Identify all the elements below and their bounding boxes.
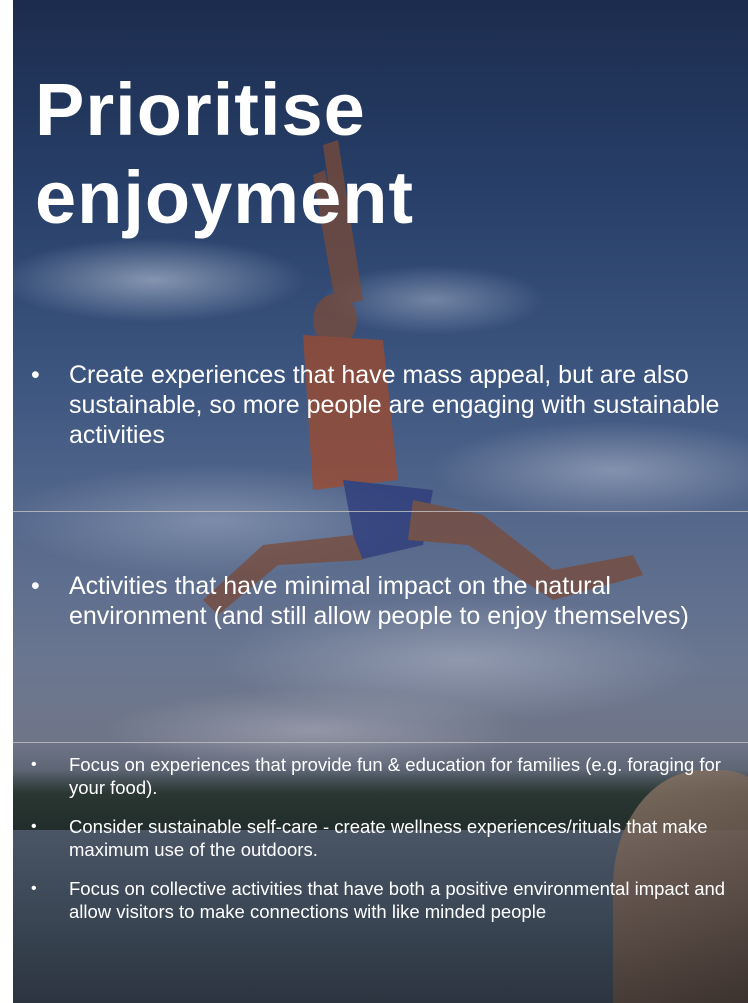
bullet-icon: • [31, 361, 40, 389]
section-divider [13, 511, 748, 512]
section-mass-appeal: • Create experiences that have mass appe… [13, 360, 748, 450]
bullet-text: Consider sustainable self-care - create … [69, 816, 708, 860]
bullet-icon: • [31, 818, 37, 835]
slide: Prioritise enjoyment • Create experience… [13, 0, 748, 1003]
section-minimal-impact: • Activities that have minimal impact on… [13, 571, 748, 631]
bullet-icon: • [31, 572, 40, 600]
bullet-icon: • [31, 880, 37, 897]
bullet-item: • Create experiences that have mass appe… [13, 360, 748, 450]
bullet-item: • Activities that have minimal impact on… [13, 571, 748, 631]
section-divider [13, 742, 748, 743]
bullet-item: • Focus on collective activities that ha… [13, 877, 748, 923]
bullet-item: • Consider sustainable self-care - creat… [13, 815, 748, 861]
bullet-text: Focus on experiences that provide fun & … [69, 754, 721, 798]
section-focus-areas: • Focus on experiences that provide fun … [13, 753, 748, 939]
bullet-item: • Focus on experiences that provide fun … [13, 753, 748, 799]
bullet-text: Focus on collective activities that have… [69, 878, 726, 922]
bullet-text: Activities that have minimal impact on t… [69, 572, 689, 630]
bullet-text: Create experiences that have mass appeal… [69, 361, 720, 449]
slide-title: Prioritise enjoyment [35, 68, 415, 239]
bullet-icon: • [31, 756, 37, 773]
